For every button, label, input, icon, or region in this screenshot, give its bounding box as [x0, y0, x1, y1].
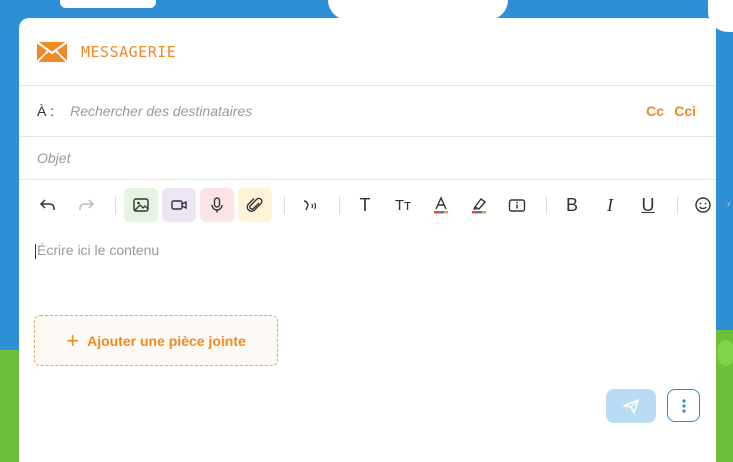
- background-cloud: [60, 0, 156, 8]
- text-caret: [35, 243, 36, 259]
- envelope-icon: [37, 40, 67, 63]
- more-options-button[interactable]: [667, 389, 700, 422]
- highlight-button[interactable]: [462, 188, 496, 222]
- recipients-search-input[interactable]: [68, 102, 473, 120]
- panel-header: MESSAGERIE: [19, 18, 716, 86]
- emoji-button[interactable]: [686, 188, 720, 222]
- underline-button[interactable]: U: [631, 188, 665, 222]
- background-hill: [713, 330, 733, 462]
- cc-button[interactable]: Cc: [646, 103, 664, 119]
- insert-info-button[interactable]: [500, 188, 534, 222]
- link-icon: [727, 202, 731, 207]
- bold-button[interactable]: B: [555, 188, 589, 222]
- microphone-icon: [211, 197, 223, 213]
- italic-button[interactable]: I: [593, 188, 627, 222]
- toolbar-divider: [677, 196, 678, 214]
- smiley-icon: [695, 197, 711, 213]
- page-title: MESSAGERIE: [81, 42, 177, 61]
- text-size-button[interactable]: Tт: [386, 188, 420, 222]
- underline-label: U: [641, 194, 655, 215]
- subject-row: [19, 137, 716, 180]
- font-color-icon: [434, 196, 448, 214]
- image-icon: [133, 198, 149, 212]
- info-box-icon: [508, 199, 526, 212]
- message-compose-panel: MESSAGERIE À : Cc Cci: [19, 18, 731, 462]
- redo-button[interactable]: [69, 188, 103, 222]
- font-color-button[interactable]: [424, 188, 458, 222]
- toolbar-divider: [546, 196, 547, 214]
- editor-toolbar: T Tт B I U: [19, 180, 731, 230]
- more-vertical-icon: [681, 398, 686, 413]
- record-audio-button[interactable]: [200, 188, 234, 222]
- undo-icon: [39, 199, 55, 210]
- highlighter-icon: [472, 198, 487, 214]
- text-style-button[interactable]: T: [348, 188, 382, 222]
- undo-button[interactable]: [31, 188, 65, 222]
- speech-icon: [303, 200, 317, 211]
- toolbar-divider: [115, 196, 116, 214]
- insert-video-button[interactable]: [162, 188, 196, 222]
- toolbar-divider: [339, 196, 340, 214]
- background-bush: [717, 340, 733, 366]
- redo-icon: [79, 199, 95, 210]
- link-button[interactable]: [724, 188, 733, 222]
- add-attachment-button[interactable]: + Ajouter une pièce jointe: [34, 315, 278, 366]
- recipients-label: À :: [37, 103, 55, 119]
- text-to-speech-button[interactable]: [293, 188, 327, 222]
- text-size-label: Tт: [394, 196, 412, 214]
- add-attachment-label: Ajouter une pièce jointe: [87, 332, 246, 349]
- message-body-editor[interactable]: Écrire ici le contenu: [35, 242, 159, 259]
- bold-label: B: [565, 194, 578, 215]
- editor-placeholder: Écrire ici le contenu: [37, 242, 160, 258]
- attach-file-button[interactable]: [238, 188, 272, 222]
- italic-label: I: [607, 194, 613, 215]
- send-button[interactable]: [606, 389, 656, 423]
- background-hill: [0, 350, 20, 462]
- insert-image-button[interactable]: [124, 188, 158, 222]
- video-camera-icon: [171, 200, 187, 210]
- send-icon: [623, 399, 639, 414]
- background-cloud: [328, 0, 508, 20]
- cci-button[interactable]: Cci: [674, 103, 696, 119]
- toolbar-divider: [284, 196, 285, 214]
- subject-input[interactable]: [35, 149, 639, 167]
- text-style-label: T: [359, 194, 371, 215]
- plus-icon: +: [66, 327, 80, 353]
- recipients-row: À : Cc Cci: [19, 86, 716, 137]
- paperclip-icon: [246, 197, 263, 212]
